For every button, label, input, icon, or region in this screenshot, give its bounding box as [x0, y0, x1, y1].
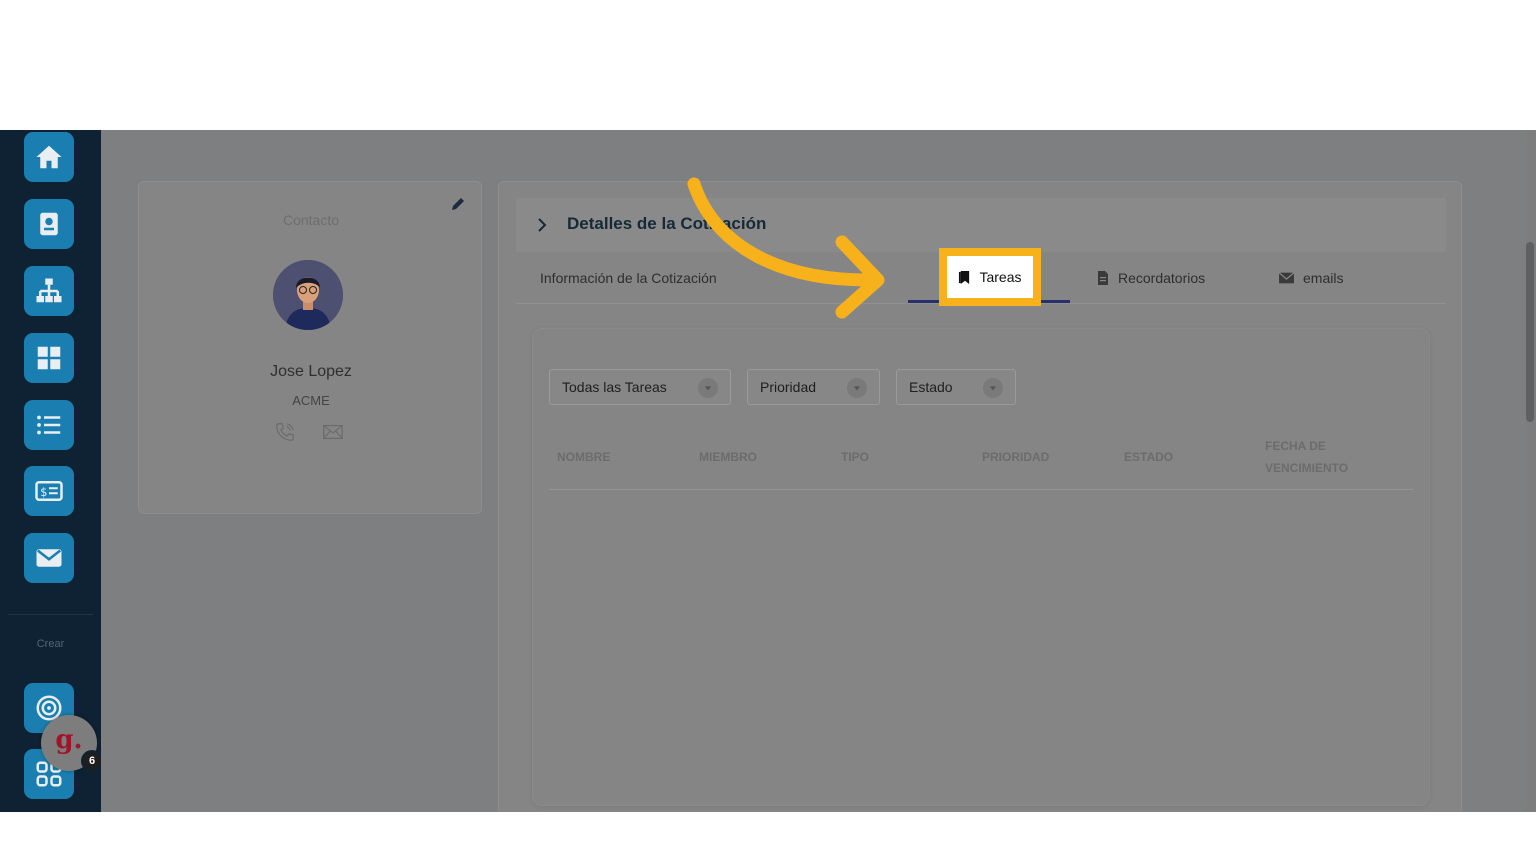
user-initial: g. — [55, 725, 83, 755]
tasks-panel: Todas las Tareas Prioridad Estado NOMBRE… — [532, 328, 1430, 806]
tab-reminders[interactable]: Recordatorios — [1096, 252, 1205, 304]
filter-label: Prioridad — [760, 379, 817, 395]
column-header-status: ESTADO — [1124, 450, 1174, 464]
contact-card-icon — [40, 212, 58, 236]
column-header-type: TIPO — [841, 450, 870, 464]
envelope-icon — [1278, 272, 1295, 284]
quote-detail-header[interactable]: Detalles de la Cotización — [516, 198, 1446, 252]
quote-detail-card: Detalles de la Cotización Información de… — [498, 181, 1462, 812]
scrollbar-track[interactable] — [1526, 130, 1536, 812]
person-illustration-icon — [273, 260, 343, 330]
tab-emails[interactable]: emails — [1278, 252, 1343, 304]
tab-label: Recordatorios — [1118, 270, 1206, 286]
column-header-priority: PRIORIDAD — [982, 450, 1050, 464]
table-header-divider — [549, 489, 1413, 490]
invoice-icon: $ — [35, 481, 63, 501]
phone-icon[interactable] — [273, 421, 297, 443]
sidebar-item-contacts[interactable] — [24, 199, 74, 249]
chevron-down-icon — [983, 378, 1003, 398]
email-icon[interactable] — [321, 421, 345, 443]
filter-all-tasks[interactable]: Todas las Tareas — [549, 369, 731, 405]
filter-priority[interactable]: Prioridad — [747, 369, 880, 405]
filter-label: Estado — [909, 379, 953, 395]
sidebar-item-home[interactable] — [24, 132, 74, 182]
quote-detail-title: Detalles de la Cotización — [567, 214, 767, 233]
filter-status[interactable]: Estado — [896, 369, 1016, 405]
org-chart-icon — [36, 278, 62, 303]
contact-name: Jose Lopez — [270, 363, 352, 380]
app-window: $ Crear g. 6 Contacto Jose Lopez ACME De… — [0, 130, 1536, 812]
home-icon — [36, 145, 62, 169]
mail-icon — [36, 549, 62, 567]
list-icon — [37, 415, 61, 435]
contact-title: Contacto — [282, 212, 340, 228]
filter-label: Todas las Tareas — [562, 379, 667, 395]
sidebar-item-organization[interactable] — [24, 266, 74, 316]
bookmark-icon — [959, 270, 970, 284]
tab-label: Información de la Cotización — [540, 270, 717, 286]
sidebar-item-mail[interactable] — [24, 533, 74, 583]
edit-pencil-icon[interactable] — [450, 196, 466, 212]
document-icon — [1098, 271, 1108, 285]
create-label: Crear — [36, 638, 65, 650]
tab-label: emails — [1303, 270, 1344, 286]
notification-badge: 6 — [81, 750, 103, 772]
avatar — [273, 260, 343, 330]
column-header-due-date-line2: VENCIMIENTO — [1265, 461, 1349, 475]
contact-card: Contacto Jose Lopez ACME — [138, 181, 482, 514]
scrollbar-thumb[interactable] — [1526, 242, 1534, 422]
column-header-due-date-line1: FECHA DE — [1265, 439, 1326, 453]
chevron-down-icon — [698, 378, 718, 398]
sidebar-divider — [8, 614, 93, 615]
svg-text:$: $ — [40, 486, 47, 499]
sidebar: $ Crear g. 6 — [0, 130, 103, 812]
chevron-down-icon — [847, 378, 867, 398]
sidebar-item-quotes[interactable]: $ — [24, 466, 74, 516]
chevron-right-icon[interactable] — [534, 216, 550, 234]
column-header-member: MIEMBRO — [699, 450, 757, 464]
tab-quote-info[interactable]: Información de la Cotización — [540, 252, 717, 304]
column-header-name: NOMBRE — [557, 450, 611, 464]
contact-actions — [273, 421, 353, 445]
sidebar-item-list[interactable] — [24, 400, 74, 450]
grid-icon — [37, 346, 61, 370]
tab-label: Tareas — [979, 269, 1022, 285]
tab-tasks[interactable]: Tareas — [939, 248, 1041, 306]
contact-company: ACME — [292, 393, 330, 408]
sidebar-item-dashboard[interactable] — [24, 333, 74, 383]
